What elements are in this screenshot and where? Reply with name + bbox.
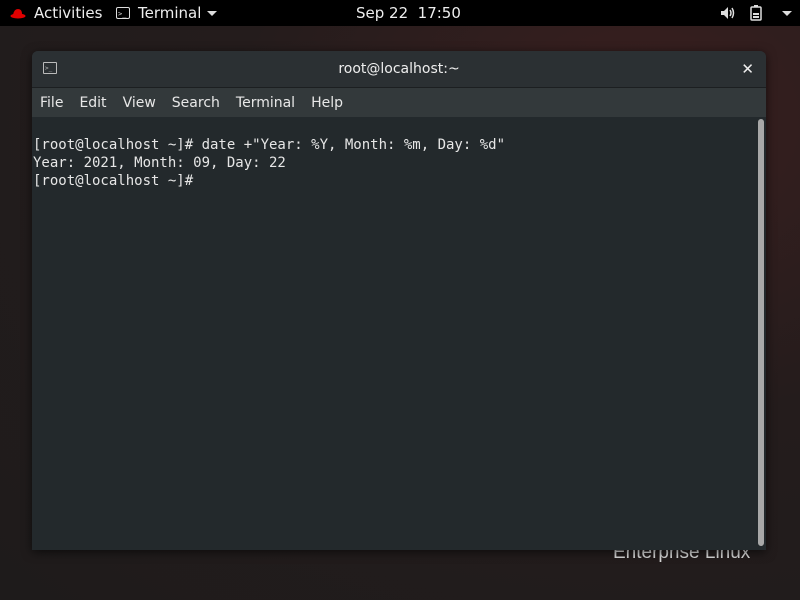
menu-bar: File Edit View Search Terminal Help <box>32 88 766 118</box>
menu-file[interactable]: File <box>40 95 63 111</box>
system-menu-button[interactable] <box>776 0 792 26</box>
terminal-output[interactable]: [root@localhost ~]# date +"Year: %Y, Mon… <box>32 117 766 550</box>
redhat-logo-icon <box>10 9 26 19</box>
menu-help[interactable]: Help <box>311 95 343 111</box>
app-menu-button[interactable]: >_ Terminal <box>116 0 218 26</box>
app-menu-label: Terminal <box>138 4 202 22</box>
battery-icon[interactable] <box>750 0 762 26</box>
chevron-down-icon <box>207 10 218 16</box>
activities-button[interactable]: Activities <box>10 0 102 26</box>
menu-terminal[interactable]: Terminal <box>236 95 295 111</box>
menu-edit[interactable]: Edit <box>79 95 106 111</box>
close-button[interactable]: ✕ <box>741 51 754 87</box>
window-titlebar[interactable]: >_ root@localhost:~ ✕ <box>32 51 766 88</box>
volume-icon[interactable] <box>720 0 736 26</box>
top-bar: Activities >_ Terminal Sep 22 17:50 <box>0 0 800 26</box>
window-title: root@localhost:~ <box>338 61 460 77</box>
terminal-line: Year: 2021, Month: 09, Day: 22 <box>33 155 286 171</box>
activities-label: Activities <box>34 4 103 22</box>
terminal-line: [root@localhost ~]# <box>33 173 194 189</box>
terminal-icon: >_ <box>116 7 130 19</box>
menu-search[interactable]: Search <box>172 95 220 111</box>
terminal-line: [root@localhost ~]# date +"Year: %Y, Mon… <box>33 137 506 153</box>
clock[interactable]: Sep 22 17:50 <box>356 0 461 26</box>
scrollbar[interactable] <box>758 119 764 546</box>
terminal-window: >_ root@localhost:~ ✕ File Edit View Sea… <box>32 51 766 550</box>
clock-label: Sep 22 17:50 <box>356 4 461 22</box>
system-menu-caret-icon <box>782 10 792 16</box>
menu-view[interactable]: View <box>123 95 156 111</box>
